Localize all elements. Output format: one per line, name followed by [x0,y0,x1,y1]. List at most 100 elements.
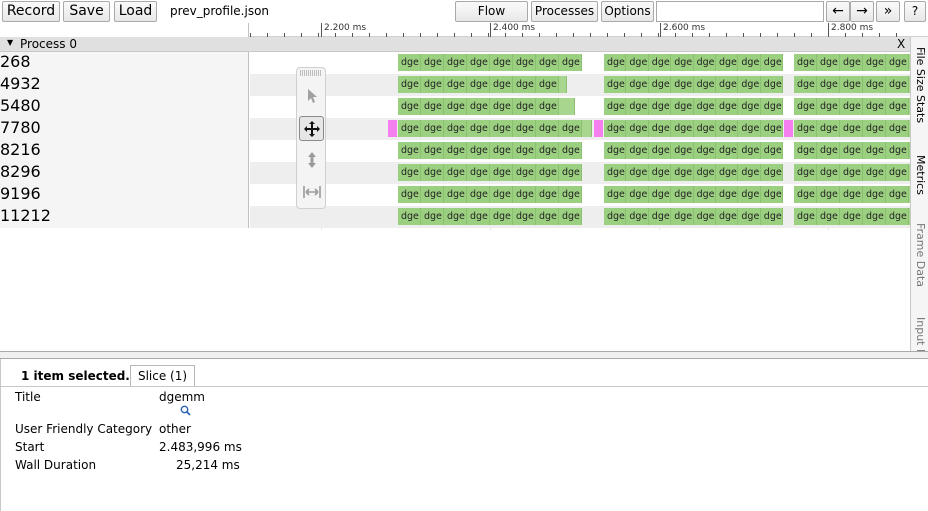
slice[interactable]: dge [559,186,582,203]
slice[interactable]: dge [559,142,582,159]
slice[interactable]: dge [671,164,694,181]
slice[interactable]: dge [513,142,536,159]
expand-triangle-icon[interactable]: ▼ [7,38,13,47]
slice[interactable]: dge [817,208,840,225]
slice[interactable]: dge [716,208,739,225]
slice[interactable]: dge [421,164,444,181]
slice[interactable]: dge [886,142,909,159]
drag-handle[interactable] [300,70,322,76]
slice[interactable]: dge [817,164,840,181]
slice[interactable]: dge [648,120,672,137]
slice[interactable]: dge [648,186,672,203]
slice[interactable]: dge [863,120,886,137]
slice[interactable]: dge [738,76,761,93]
slice[interactable]: dge [693,98,716,115]
slice[interactable]: dge [559,208,582,225]
slice[interactable]: dge [693,164,716,181]
slice[interactable]: dge [648,54,672,71]
slice[interactable]: dge [604,142,627,159]
slice[interactable]: dge [671,142,694,159]
slice[interactable]: dge [626,98,649,115]
slice[interactable]: dge [604,76,627,93]
process-close-button[interactable]: X [897,37,905,51]
slice[interactable]: dge [794,98,817,115]
slice[interactable]: dge [794,120,817,137]
record-button[interactable]: Record [2,1,60,22]
slice[interactable]: dge [513,164,536,181]
slice[interactable]: dge [840,186,863,203]
slice[interactable]: dge [626,76,649,93]
slice[interactable]: dge [421,98,444,115]
slice[interactable]: dge [490,76,513,93]
thread-track[interactable]: dge dge dge dge dge dge dge dge dge dge dge dge dge d… [250,140,927,162]
slice[interactable]: dge [421,142,444,159]
slice[interactable]: dge [886,76,909,93]
slice[interactable]: dge [444,76,467,93]
slice[interactable]: dge [693,142,716,159]
slice[interactable]: dge [794,164,817,181]
slice[interactable]: dge [398,120,421,137]
slice[interactable]: dge [794,142,817,159]
slice[interactable]: dge [716,164,739,181]
slice[interactable]: dge [863,98,886,115]
slice[interactable]: dge [648,142,672,159]
slice[interactable]: dge [886,186,909,203]
slice[interactable]: dge [444,98,467,115]
slice[interactable]: dge [398,76,421,93]
slice[interactable] [559,76,567,93]
thread-track[interactable]: dge dge dge dge dge dge dge dge dge dge dge dge dge d… [250,52,919,74]
slice[interactable]: dge [536,76,559,93]
slice[interactable]: dge [886,208,909,225]
slice[interactable]: dge [760,54,784,71]
slice[interactable]: dge [398,98,421,115]
slice[interactable]: dge [421,76,444,93]
slice[interactable]: dge [467,142,490,159]
tab-input-latency[interactable]: Input L [911,317,928,355]
slice[interactable]: dge [794,186,817,203]
slice[interactable]: dge [467,54,490,71]
processes-button[interactable]: Processes [531,1,598,22]
slice[interactable]: dge [716,98,739,115]
slice[interactable]: dge [716,186,739,203]
slice[interactable]: dge [671,98,694,115]
slice[interactable]: dge [444,142,467,159]
slice[interactable]: dge [536,54,559,71]
slice[interactable]: dge [513,98,536,115]
mouse-mode-selector[interactable] [296,67,326,209]
slice[interactable]: dge [604,54,627,71]
slice[interactable]: dge [490,164,513,181]
thread-track[interactable]: dge dge dge dge dge dge dge dge dge dge dge dge dge d… [250,162,919,184]
slice[interactable]: dge [760,164,784,181]
process-header[interactable]: ▼ Process 0 X [0,37,910,52]
slice[interactable]: dge [536,142,559,159]
slice[interactable]: dge [626,54,649,71]
flow-events-button[interactable]: Flow events [455,1,528,37]
options-button[interactable]: Options [601,1,654,22]
slice[interactable]: dge [398,142,421,159]
slice[interactable]: dge [536,186,559,203]
save-button[interactable]: Save [63,1,110,22]
thread-track[interactable]: dge dge dge dge dge dge dge dge dge dge dge dge dge d… [250,184,919,206]
slice[interactable]: dge [886,164,909,181]
slice[interactable]: dge [840,142,863,159]
slice[interactable]: dge [693,208,716,225]
slice[interactable]: dge [863,54,886,71]
slice[interactable]: dge [444,120,467,137]
slice[interactable]: dge [863,76,886,93]
slice[interactable]: dge [626,120,649,137]
tab-metrics[interactable]: Metrics [911,155,928,195]
slice[interactable]: dge [863,164,886,181]
slice[interactable]: dge [467,120,490,137]
slice[interactable]: dge [490,120,513,137]
panel-divider[interactable] [0,351,928,359]
slice[interactable]: dge [738,208,761,225]
slice[interactable]: dge [467,164,490,181]
slice[interactable]: dge [421,208,444,225]
load-button[interactable]: Load [114,1,157,22]
slice[interactable]: dge [604,186,627,203]
slice[interactable]: dge [760,120,784,137]
slice[interactable]: dge [671,54,694,71]
slice[interactable]: dge [738,120,761,137]
slice[interactable]: dge [444,164,467,181]
slice[interactable]: dge [444,54,467,71]
